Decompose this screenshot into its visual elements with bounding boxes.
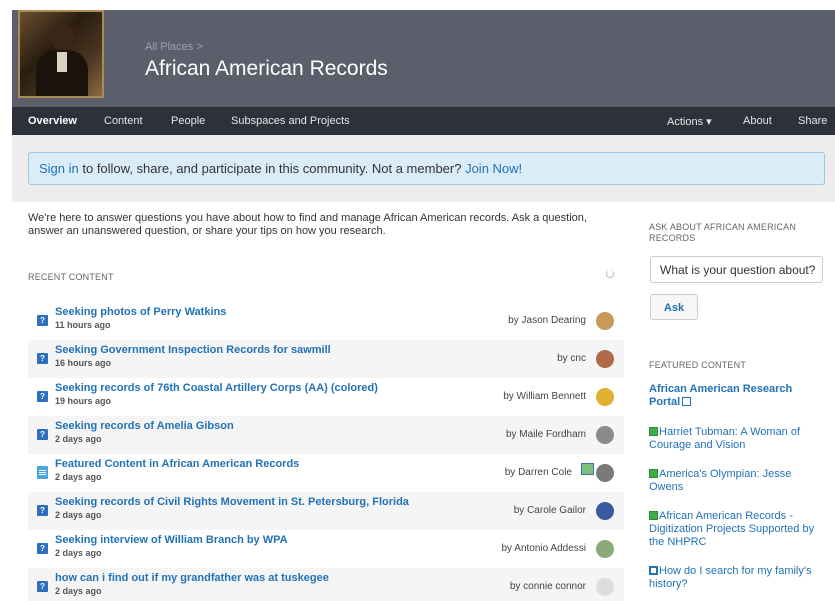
page-title: African American Records — [145, 57, 388, 80]
tab-people[interactable]: People — [171, 115, 205, 127]
featured-link[interactable]: African American Records - Digitization … — [649, 510, 825, 549]
question-icon: ? — [37, 391, 48, 402]
avatar[interactable] — [596, 502, 614, 520]
featured-link[interactable]: African American Research Portal — [649, 383, 825, 409]
item-author[interactable]: by Jason Dearing — [508, 315, 586, 326]
item-time: 16 hours ago — [55, 358, 112, 368]
list-item[interactable]: ? Seeking records of Civil Rights Moveme… — [28, 492, 624, 530]
featured-link-label[interactable]: African American Records - Digitization … — [649, 510, 814, 548]
question-icon: ? — [37, 315, 48, 326]
document-icon — [649, 427, 658, 436]
featured-link-label[interactable]: African American Research Portal — [649, 383, 792, 408]
question-icon: ? — [37, 543, 48, 554]
list-item[interactable]: ? Seeking Government Inspection Records … — [28, 340, 624, 378]
item-author[interactable]: by Carole Gailor — [514, 505, 586, 516]
question-icon — [649, 566, 658, 575]
place-description: We're here to answer questions you have … — [28, 212, 587, 237]
tab-about[interactable]: About — [743, 115, 772, 127]
item-author[interactable]: by connie connor — [510, 581, 586, 592]
item-title[interactable]: Seeking photos of Perry Watkins — [55, 306, 226, 318]
question-icon: ? — [37, 505, 48, 516]
tab-subspaces[interactable]: Subspaces and Projects — [231, 115, 350, 127]
document-icon — [37, 466, 48, 479]
item-time: 19 hours ago — [55, 396, 112, 406]
list-item[interactable]: Featured Content in African American Rec… — [28, 454, 624, 492]
featured-link-label[interactable]: Harriet Tubman: A Woman of Courage and V… — [649, 426, 800, 451]
tab-overview[interactable]: Overview — [28, 115, 77, 127]
avatar[interactable] — [596, 540, 614, 558]
ask-question-input[interactable]: What is your question about? — [650, 256, 823, 283]
list-item[interactable]: ? Seeking interview of William Branch by… — [28, 530, 624, 568]
avatar[interactable] — [596, 312, 614, 330]
item-title[interactable]: Featured Content in African American Rec… — [55, 458, 299, 470]
list-item[interactable]: ? Seeking records of Amelia Gibson 2 day… — [28, 416, 624, 454]
item-time: 2 days ago — [55, 472, 102, 482]
featured-link[interactable]: America's Olympian: Jesse Owens — [649, 468, 825, 494]
item-title[interactable]: how can i find out if my grandfather was… — [55, 572, 329, 584]
item-author[interactable]: by Maile Fordham — [506, 429, 586, 440]
banner-text: to follow, share, and participate in thi… — [78, 161, 466, 176]
list-item[interactable]: ? Seeking records of 76th Coastal Artill… — [28, 378, 624, 416]
featured-content-heading: FEATURED CONTENT — [649, 360, 747, 370]
place-nav: Overview Content People Subspaces and Pr… — [12, 107, 835, 135]
question-icon: ? — [37, 581, 48, 592]
signin-banner: Sign in to follow, share, and participat… — [28, 152, 825, 185]
item-author[interactable]: by Antonio Addessi — [501, 543, 586, 554]
item-title[interactable]: Seeking records of Civil Rights Movement… — [55, 496, 409, 508]
avatar[interactable] — [596, 388, 614, 406]
featured-link-label[interactable]: How do I search for my family's history? — [649, 565, 811, 590]
ask-button[interactable]: Ask — [650, 294, 698, 320]
avatar[interactable] — [596, 426, 614, 444]
featured-link[interactable]: Harriet Tubman: A Woman of Courage and V… — [649, 426, 825, 452]
avatar[interactable] — [596, 578, 614, 596]
question-icon: ? — [37, 353, 48, 364]
item-author[interactable]: by William Bennett — [503, 391, 586, 402]
list-item[interactable]: ? how can i find out if my grandfather w… — [28, 568, 624, 601]
item-time: 2 days ago — [55, 434, 102, 444]
actions-menu[interactable]: Actions ▾ — [667, 115, 712, 128]
avatar[interactable] — [596, 464, 614, 482]
item-title[interactable]: Seeking interview of William Branch by W… — [55, 534, 288, 546]
signin-link[interactable]: Sign in — [39, 161, 79, 176]
document-icon — [649, 469, 658, 478]
item-author[interactable]: by Darren Cole — [505, 467, 572, 478]
badge-icon — [581, 463, 594, 475]
recent-content-heading: RECENT CONTENT — [28, 272, 114, 282]
ask-heading: ASK ABOUT AFRICAN AMERICAN RECORDS — [649, 222, 797, 243]
external-link-icon — [682, 397, 692, 406]
list-item[interactable]: ? Seeking photos of Perry Watkins 11 hou… — [28, 302, 624, 340]
featured-link-label[interactable]: America's Olympian: Jesse Owens — [649, 468, 791, 493]
join-link[interactable]: Join Now! — [465, 161, 522, 176]
item-author[interactable]: by cnc — [557, 353, 586, 364]
featured-link[interactable]: How do I search for my family's history? — [649, 565, 825, 591]
loading-spinner-icon — [606, 270, 614, 278]
item-title[interactable]: Seeking records of Amelia Gibson — [55, 420, 234, 432]
item-time: 2 days ago — [55, 548, 102, 558]
place-header — [12, 10, 835, 107]
question-icon: ? — [37, 429, 48, 440]
tab-content[interactable]: Content — [104, 115, 143, 127]
item-time: 2 days ago — [55, 586, 102, 596]
avatar[interactable] — [596, 350, 614, 368]
item-time: 2 days ago — [55, 510, 102, 520]
share-button[interactable]: Share — [798, 115, 827, 127]
item-title[interactable]: Seeking records of 76th Coastal Artiller… — [55, 382, 378, 394]
place-avatar — [18, 10, 104, 98]
item-title[interactable]: Seeking Government Inspection Records fo… — [55, 344, 331, 356]
document-icon — [649, 511, 658, 520]
breadcrumb[interactable]: All Places > — [145, 41, 203, 53]
item-time: 11 hours ago — [55, 320, 111, 330]
